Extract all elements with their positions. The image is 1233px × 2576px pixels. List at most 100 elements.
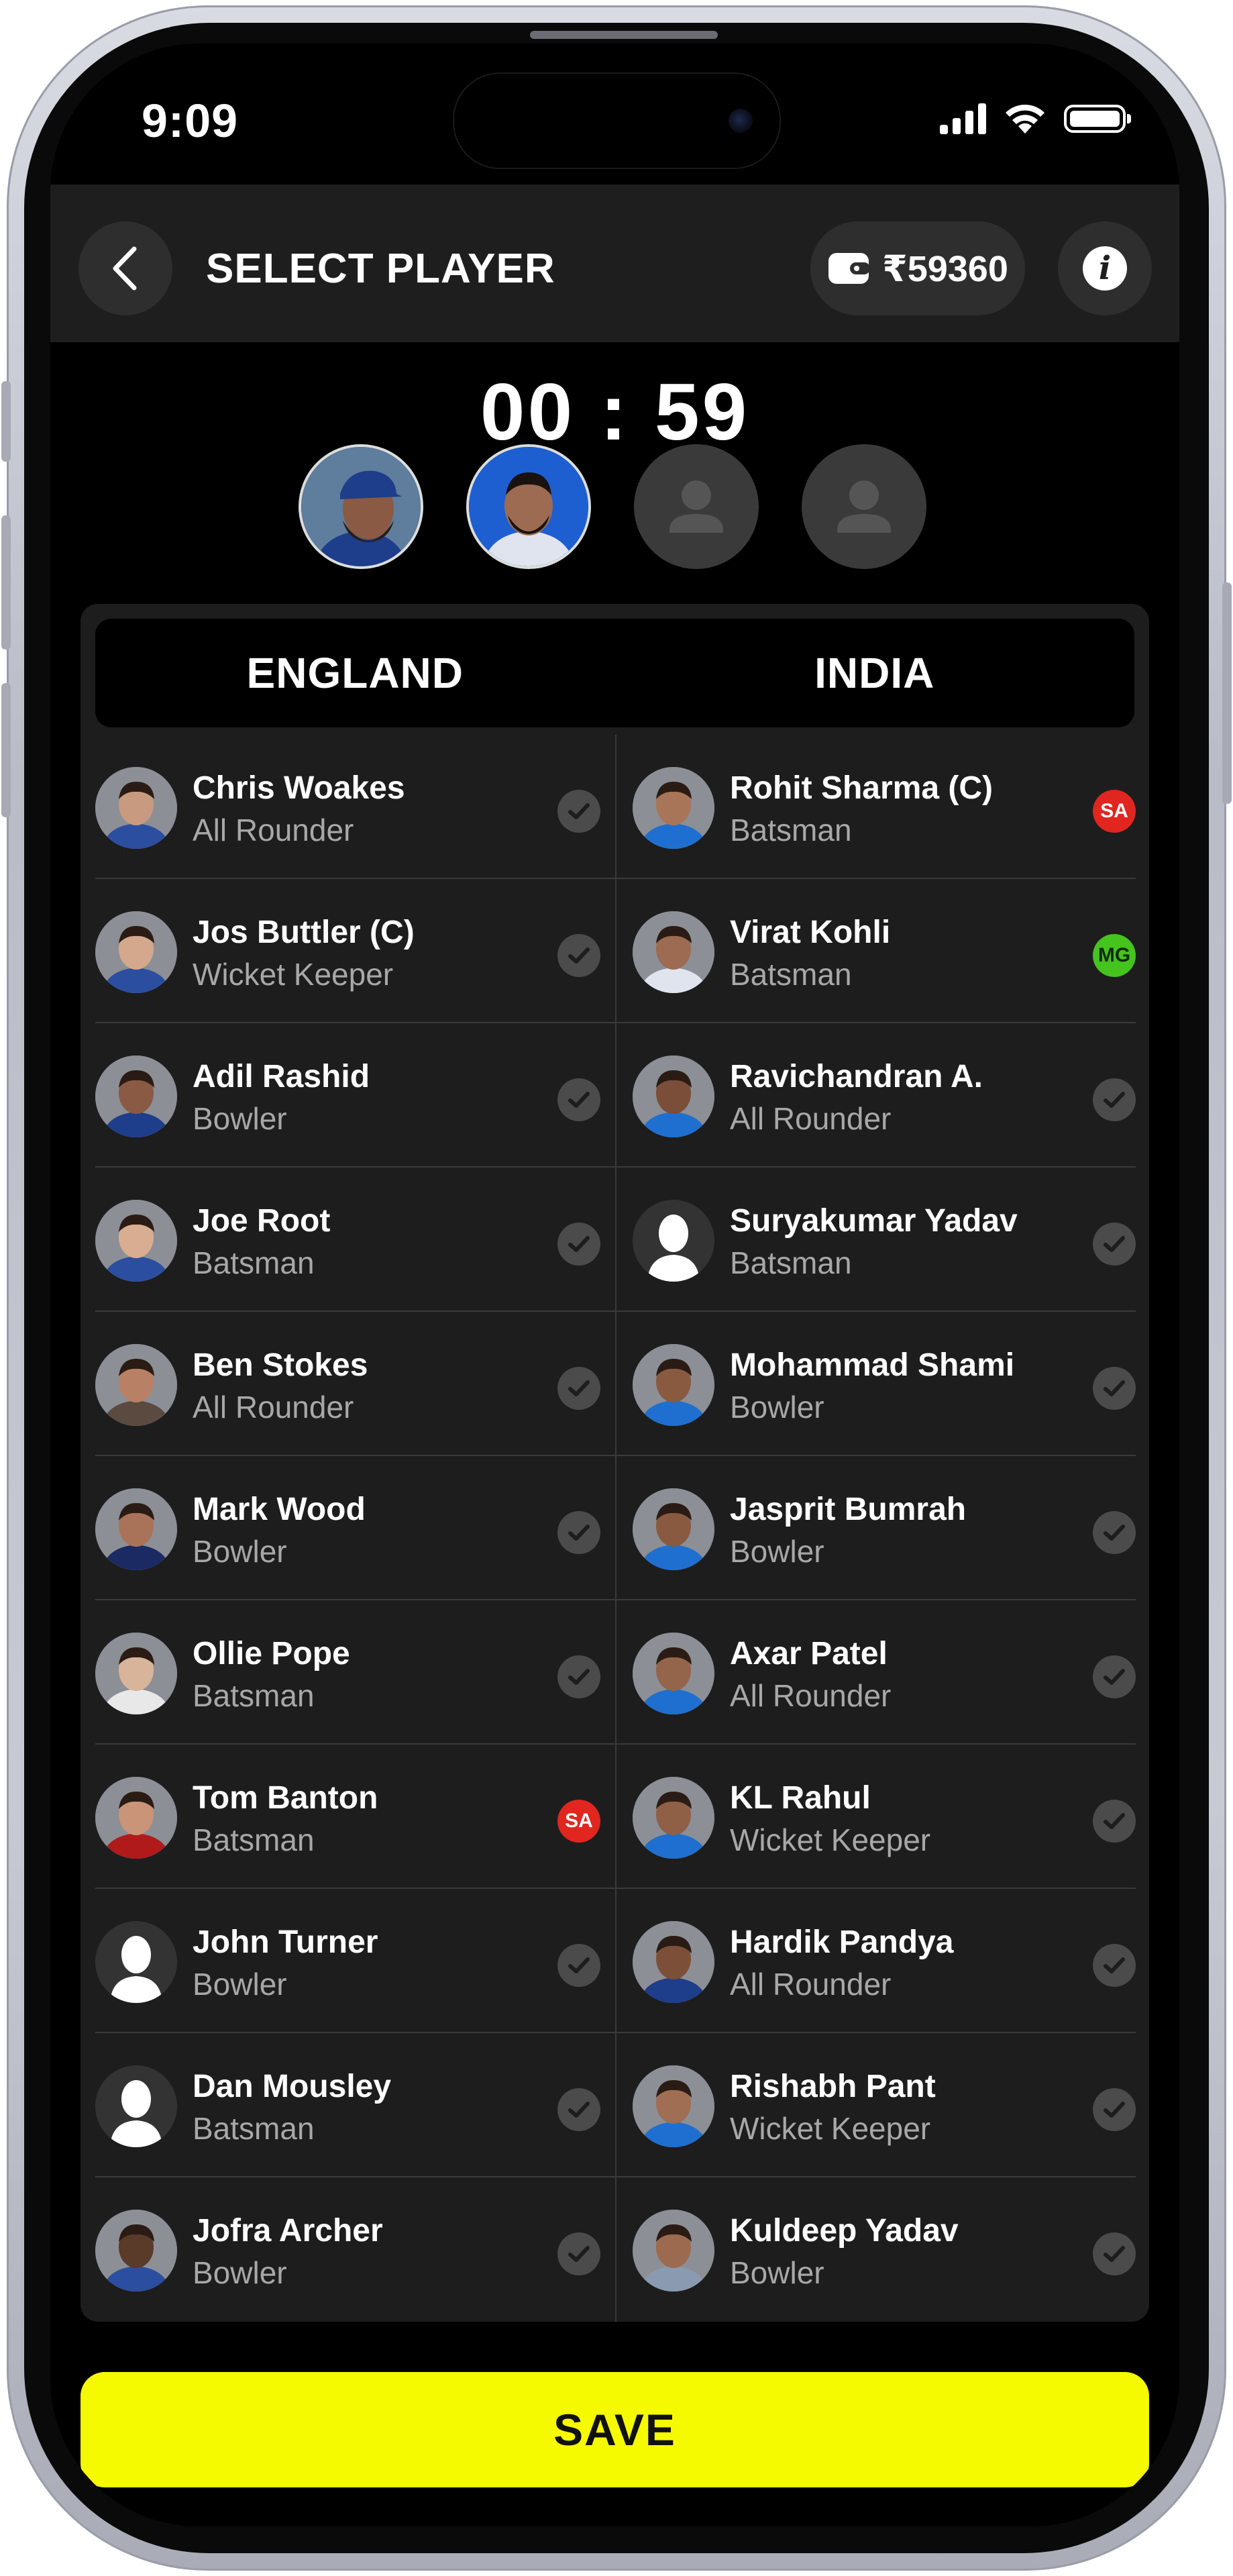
player-row[interactable]: Adil Rashid Bowler	[95, 1023, 615, 1168]
player-role: Bowler	[193, 1101, 287, 1136]
player-row[interactable]: Tom Banton Batsman SA	[95, 1745, 615, 1889]
player-role: Wicket Keeper	[193, 957, 394, 992]
player-role: Batsman	[730, 813, 852, 847]
player-role: Wicket Keeper	[730, 1822, 931, 1857]
select-check-button[interactable]	[557, 934, 600, 977]
player-name: Suryakumar Yadav	[730, 1203, 1018, 1239]
player-row[interactable]: Jos Buttler (C) Wicket Keeper	[95, 879, 615, 1023]
player-name: Joe Root	[193, 1203, 331, 1239]
player-name: Chris Woakes	[193, 770, 405, 806]
player-row[interactable]: Ben Stokes All Rounder	[95, 1312, 615, 1456]
player-avatar	[633, 1488, 714, 1570]
player-avatar	[633, 2210, 714, 2291]
save-button[interactable]: SAVE	[81, 2372, 1149, 2487]
select-check-button[interactable]	[1093, 1223, 1136, 1266]
player-row[interactable]: Jasprit Bumrah Bowler	[616, 1456, 1136, 1600]
select-check-button[interactable]	[1093, 1655, 1136, 1698]
select-check-button[interactable]	[557, 1078, 600, 1121]
player-role: Batsman	[730, 957, 852, 992]
player-avatar	[95, 1200, 177, 1282]
select-check-button[interactable]	[557, 2088, 600, 2131]
player-row[interactable]: Hardik Pandya All Rounder	[616, 1889, 1136, 2033]
select-check-button[interactable]	[1093, 1944, 1136, 1987]
player-avatar	[95, 767, 177, 849]
player-name: Jasprit Bumrah	[730, 1492, 967, 1527]
player-row[interactable]: Mark Wood Bowler	[95, 1456, 615, 1600]
select-check-button[interactable]	[557, 1511, 600, 1554]
empty-slot-4[interactable]	[802, 444, 926, 569]
england-player-list: Chris Woakes All Rounder Jos Buttler (C) Wi…	[95, 735, 615, 2322]
player-role: All Rounder	[193, 1390, 354, 1425]
player-row[interactable]: Ollie Pope Batsman	[95, 1600, 615, 1745]
info-button[interactable]: i	[1058, 221, 1152, 315]
player-row[interactable]: Ravichandran A. All Rounder	[616, 1023, 1136, 1168]
player-row[interactable]: Virat Kohli Batsman MG	[616, 879, 1136, 1023]
checkmark-icon	[1104, 2102, 1125, 2118]
checkmark-icon	[1104, 1813, 1125, 1829]
player-name: Dan Mousley	[193, 2069, 392, 2104]
checkmark-icon	[568, 1957, 590, 1973]
select-check-button[interactable]	[1093, 1367, 1136, 1410]
wallet-amount: ₹59360	[882, 248, 1008, 289]
action-button	[1, 381, 11, 462]
india-player-list: Rohit Sharma (C) Batsman SA Virat Kohli Bats…	[616, 735, 1136, 2322]
player-row[interactable]: Kuldeep Yadav Bowler	[616, 2177, 1136, 2322]
select-check-button[interactable]	[1093, 1078, 1136, 1121]
player-photo-virat-kohli	[469, 447, 588, 566]
checkmark-icon	[568, 1380, 590, 1396]
tab-india[interactable]: INDIA	[615, 619, 1135, 727]
player-name: Kuldeep Yadav	[730, 2213, 959, 2249]
player-role: Batsman	[193, 1245, 315, 1280]
player-row[interactable]: Jofra Archer Bowler	[95, 2177, 615, 2322]
top-bar: SELECT PLAYER ₹59360 i	[50, 185, 1179, 342]
select-check-button[interactable]	[557, 790, 600, 833]
player-row[interactable]: Dan Mousley Batsman	[95, 2033, 615, 2177]
status-icons	[940, 103, 1131, 135]
player-row[interactable]: Suryakumar Yadav Batsman	[616, 1168, 1136, 1312]
player-row[interactable]: Axar Patel All Rounder	[616, 1600, 1136, 1745]
tab-england[interactable]: ENGLAND	[95, 619, 615, 727]
select-check-button[interactable]	[557, 1655, 600, 1698]
select-check-button[interactable]	[1093, 2232, 1136, 2275]
selected-slot-2[interactable]	[466, 444, 591, 569]
player-avatar	[633, 1777, 714, 1859]
empty-slot-3[interactable]	[634, 444, 759, 569]
player-name: Hardik Pandya	[730, 1924, 954, 1960]
select-check-button[interactable]	[557, 2232, 600, 2275]
select-check-button[interactable]	[557, 1223, 600, 1266]
player-name: Mohammad Shami	[730, 1347, 1015, 1383]
earpiece	[530, 31, 718, 39]
player-row[interactable]: Rohit Sharma (C) Batsman SA	[616, 735, 1136, 879]
player-row[interactable]: Chris Woakes All Rounder	[95, 735, 615, 879]
select-check-button[interactable]	[1093, 2088, 1136, 2131]
select-check-button[interactable]	[557, 1367, 600, 1410]
player-avatar	[95, 1633, 177, 1714]
player-row[interactable]: KL Rahul Wicket Keeper	[616, 1745, 1136, 1889]
select-check-button[interactable]	[1093, 1800, 1136, 1843]
select-check-button[interactable]	[557, 1944, 600, 1987]
wallet-icon	[828, 253, 871, 284]
player-name: KL Rahul	[730, 1780, 871, 1816]
checkmark-icon	[568, 2246, 590, 2262]
wallet-balance-button[interactable]: ₹59360	[810, 221, 1025, 315]
player-role: Batsman	[730, 1245, 852, 1280]
back-button[interactable]	[78, 221, 172, 315]
player-role: Bowler	[193, 1534, 287, 1569]
selected-slot-1[interactable]	[299, 444, 423, 569]
player-role: All Rounder	[730, 1967, 892, 2002]
page-title: SELECT PLAYER	[206, 246, 555, 292]
player-role: Bowler	[193, 1967, 287, 2002]
player-name: Ravichandran A.	[730, 1059, 983, 1094]
team-tabs: ENGLAND INDIA	[95, 619, 1134, 727]
checkmark-icon	[1104, 1380, 1125, 1396]
checkmark-icon	[1104, 1669, 1125, 1685]
select-check-button[interactable]	[1093, 1511, 1136, 1554]
player-row[interactable]: Rishabh Pant Wicket Keeper	[616, 2033, 1136, 2177]
player-row[interactable]: Joe Root Batsman	[95, 1168, 615, 1312]
player-row[interactable]: Mohammad Shami Bowler	[616, 1312, 1136, 1456]
checkmark-icon	[1104, 1236, 1125, 1252]
player-row[interactable]: John Turner Bowler	[95, 1889, 615, 2033]
info-icon: i	[1083, 246, 1127, 291]
player-role: Bowler	[193, 2255, 287, 2290]
player-avatar	[95, 2210, 177, 2291]
